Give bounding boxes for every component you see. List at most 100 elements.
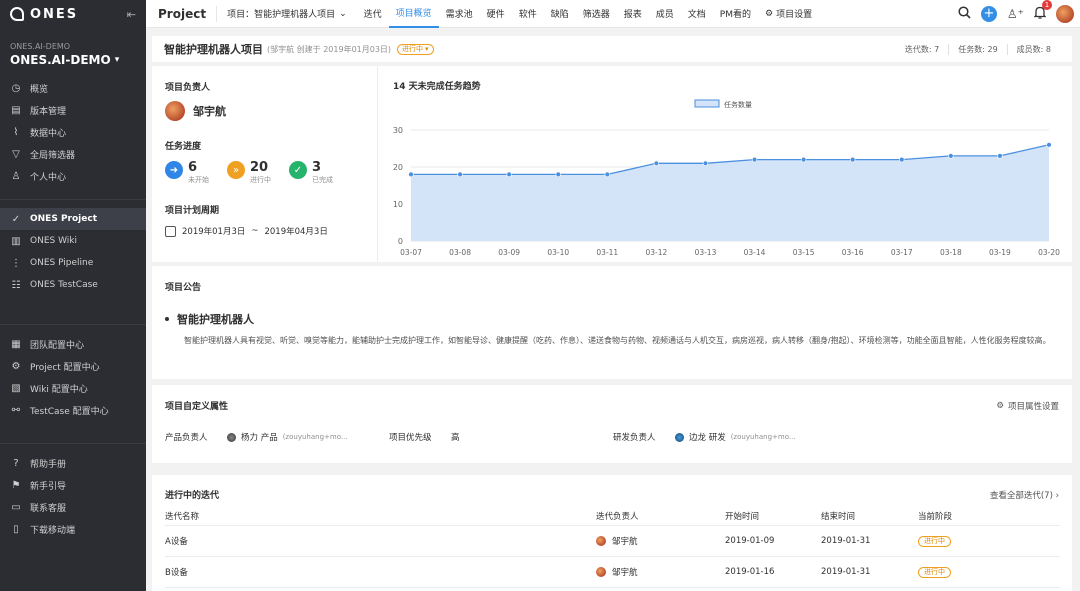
progress-done[interactable]: ✓ 3 已完成	[289, 160, 333, 185]
data-point	[604, 171, 611, 178]
wiki-config-icon: ▧	[11, 382, 21, 394]
tab-filters[interactable]: 筛选器	[576, 0, 617, 28]
project-stats: 迭代数: 7 任务数: 29 成员数: 8	[896, 43, 1060, 55]
double-arrow-icon: »	[227, 161, 245, 179]
tab-reports[interactable]: 报表	[617, 0, 649, 28]
trend-chart-panel: 14 天未完成任务趋势 0 10 20 30 03-07 03-08 03-09 03-10 0…	[379, 66, 1072, 262]
sidebar-item-overview[interactable]: ◷ 概览	[0, 77, 146, 99]
sidebar-item-versions[interactable]: ▤ 版本管理	[0, 99, 146, 121]
tab-bugs[interactable]: 缺陷	[544, 0, 576, 28]
dev-owner-key: 研发负责人	[613, 433, 656, 443]
table-row[interactable]: B设备 邹宇航 2019-01-16 2019-01-31 进行中	[165, 557, 1060, 588]
progress-not-started[interactable]: ➜ 6 未开始	[165, 160, 209, 185]
tab-backlog[interactable]: 需求池	[439, 0, 480, 28]
product-owner-value[interactable]: 杨力 产品 (zouyuhang+mo...	[227, 431, 389, 443]
period-start: 2019年01月3日	[182, 227, 246, 237]
overview-card: 项目负责人 邹宇航 任务进度 ➜ 6 未开始 » 20 进行中 ✓ 3 已完成 …	[152, 66, 1072, 262]
data-point	[653, 160, 660, 167]
owner: 邹宇航	[165, 101, 364, 121]
data-point	[751, 156, 758, 163]
data-point	[1046, 142, 1052, 148]
testcase-config-icon: ⚯	[11, 404, 21, 416]
tab-docs[interactable]: 文档	[681, 0, 713, 28]
tab-overview[interactable]: 项目概览	[388, 0, 439, 28]
add-user-icon[interactable]: ♙⁺	[1007, 7, 1024, 21]
x-tick-label: 03-08	[449, 248, 471, 257]
status-badge[interactable]: 进行中 ▾	[397, 43, 434, 55]
mobile-icon: ▯	[13, 523, 19, 535]
org-switcher[interactable]: ONES.AI-DEMO ▾	[0, 51, 146, 67]
project-switcher[interactable]: 项目：智能护理机器人项目 ⌄	[217, 7, 357, 21]
create-button[interactable]: +	[980, 5, 997, 22]
sidebar-item-data-center[interactable]: ⌇ 数据中心	[0, 121, 146, 143]
team-icon: ▦	[11, 338, 21, 350]
sidebar-item-wiki-config[interactable]: ▧ Wiki 配置中心	[0, 377, 146, 399]
legend-swatch	[694, 99, 720, 108]
pipeline-icon: ⋮	[11, 257, 21, 269]
priority-key: 项目优先级	[389, 433, 432, 443]
book-icon: ▥	[11, 235, 21, 247]
logo-text: ONES	[30, 6, 79, 22]
tab-project-settings[interactable]: ⚙ 项目设置	[758, 0, 819, 28]
view-all-iterations-link[interactable]: 查看全部迭代(7) ›	[990, 489, 1059, 501]
table-row[interactable]: A设备 邹宇航 2019-01-09 2019-01-31 进行中	[165, 526, 1060, 557]
sidebar-item-ones-project[interactable]: ✓ ONES Project	[0, 208, 146, 230]
period-end: 2019年04月3日	[264, 227, 328, 237]
sidebar-item-support[interactable]: ▭ 联系客服	[0, 496, 146, 518]
sidebar-item-help[interactable]: ? 帮助手册	[0, 452, 146, 474]
avatar	[165, 101, 185, 121]
main-content: 智能护理机器人项目 (邹宇航 创建于 2019年01月03日) 进行中 ▾ 迭代…	[146, 28, 1080, 591]
sidebar-item-ones-pipeline[interactable]: ⋮ ONES Pipeline	[0, 252, 146, 274]
progress-in-progress[interactable]: » 20 进行中	[227, 160, 271, 185]
guide-icon: ⚑	[11, 479, 21, 491]
announcement-heading: 智能护理机器人	[165, 311, 1059, 327]
task-progress: ➜ 6 未开始 » 20 进行中 ✓ 3 已完成	[165, 160, 364, 185]
x-tick-label: 03-10	[547, 248, 569, 257]
data-point	[457, 171, 463, 178]
x-tick-label: 03-20	[1038, 248, 1060, 257]
tab-software[interactable]: 软件	[512, 0, 544, 28]
sidebar-item-guide[interactable]: ⚑ 新手引导	[0, 474, 146, 496]
iterations-header: 进行中的迭代 查看全部迭代(7) ›	[165, 488, 1059, 502]
sidebar-item-ones-wiki[interactable]: ▥ ONES Wiki	[0, 230, 146, 252]
chevron-down-icon: ▾	[114, 55, 120, 65]
data-point	[702, 160, 709, 167]
iterations-card: 进行中的迭代 查看全部迭代(7) › 迭代名称 迭代负责人 开始时间 结束时间 …	[152, 475, 1072, 591]
tab-hardware[interactable]: 硬件	[480, 0, 512, 28]
period-title: 项目计划周期	[165, 206, 220, 216]
priority-value[interactable]: 高	[451, 431, 613, 443]
series-area	[411, 144, 1049, 241]
gear-icon: ⚙	[996, 400, 1004, 411]
sidebar-item-profile[interactable]: ♙ 个人中心	[0, 165, 146, 187]
collapse-sidebar-icon[interactable]: ⇤	[127, 8, 136, 21]
dev-owner-value[interactable]: 边龙 研发 (zouyuhang+mo...	[675, 431, 796, 443]
version-icon: ▤	[11, 104, 21, 116]
filter-icon: ▽	[12, 148, 20, 160]
status-badge: 进行中	[918, 535, 951, 547]
sidebar-item-global-filter[interactable]: ▽ 全局筛选器	[0, 143, 146, 165]
module-title[interactable]: Project	[146, 5, 218, 22]
divider	[0, 324, 146, 325]
chevron-down-icon: ⌄	[339, 8, 347, 19]
sidebar-item-testcase-config[interactable]: ⚯ TestCase 配置中心	[0, 399, 146, 421]
sidebar-item-ones-testcase[interactable]: ☷ ONES TestCase	[0, 274, 146, 296]
x-tick-label: 03-18	[940, 248, 962, 257]
sidebar-item-mobile[interactable]: ▯ 下载移动端	[0, 518, 146, 540]
sidebar-item-project-config[interactable]: ⚙ Project 配置中心	[0, 355, 146, 377]
bell-icon[interactable]: 1	[1033, 0, 1052, 22]
avatar	[596, 536, 606, 546]
tab-pm-view[interactable]: PM看的	[713, 0, 758, 28]
sidebar-item-team-config[interactable]: ▦ 团队配置中心	[0, 333, 146, 355]
project-meta: (邹宇航 创建于 2019年01月03日)	[267, 44, 392, 54]
data-point	[800, 156, 807, 163]
search-icon[interactable]	[958, 5, 971, 22]
tab-iterations[interactable]: 迭代	[357, 0, 389, 28]
owner-title: 项目负责人	[165, 83, 211, 93]
owner-name: 邹宇航	[193, 105, 226, 118]
avatar[interactable]	[1056, 4, 1074, 23]
bullet-icon	[165, 317, 169, 321]
chart-icon: ⌇	[13, 126, 19, 138]
attribute-settings-link[interactable]: ⚙ 项目属性设置	[996, 400, 1059, 412]
notification-badge: 1	[1042, 0, 1052, 10]
tab-members[interactable]: 成员	[649, 0, 681, 28]
